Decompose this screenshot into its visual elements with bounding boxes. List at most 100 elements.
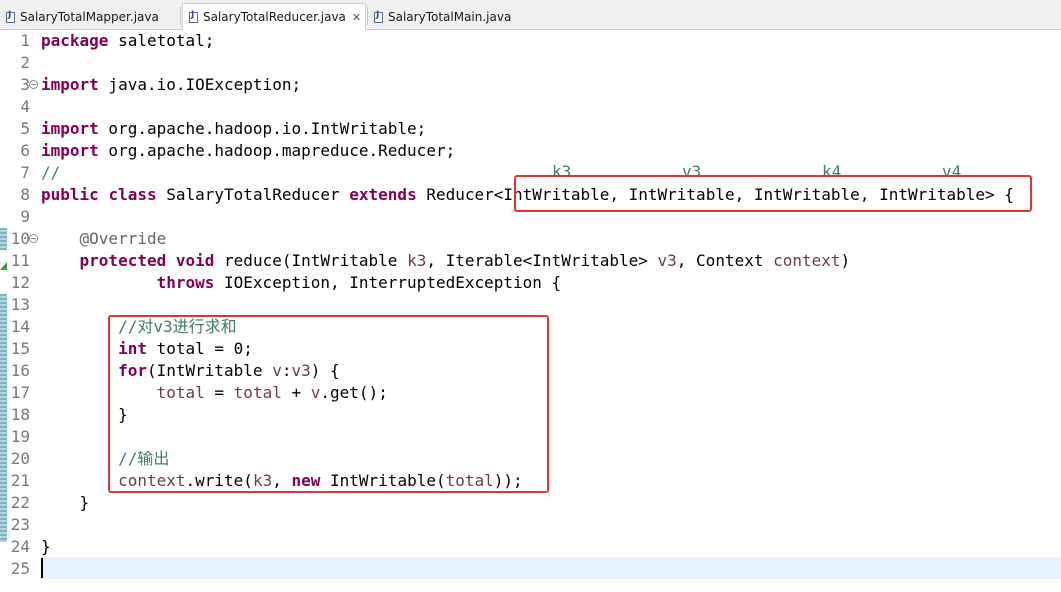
line-number: 10 [10,229,30,248]
change-marker [0,228,7,250]
parameter: v3 [291,361,311,380]
tab-label: SalaryTotalMain.java [388,10,512,24]
line-number: 4 [20,97,30,116]
code-text: (IntWritable [146,361,273,380]
keyword: public [41,185,99,204]
line-number: 19 [10,427,30,446]
tab-salary-total-main[interactable]: SalaryTotalMain.java [368,4,511,30]
line-number: 14 [10,317,30,336]
line-number: 9 [20,207,30,226]
code-line-15: int total = 0; [41,338,253,360]
line-number: 1 [20,31,30,50]
tab-label: SalaryTotalMapper.java [20,10,159,24]
line-number: 3 [20,75,30,94]
line-number: 23 [10,515,30,534]
annotation: @Override [79,229,167,248]
fold-collapse-icon[interactable] [29,80,38,89]
line-number: 7 [20,163,30,182]
keyword: throws [156,273,215,292]
code-text: , Iterable<IntWritable> [426,251,658,270]
class-name: SalaryTotalReducer [156,185,350,204]
code-text: .get(); [320,383,388,402]
override-triangle-icon[interactable] [0,257,7,270]
code-text: , Context [676,251,774,270]
current-line-highlight [41,557,1061,579]
editor-tab-bar: SalaryTotalMapper.java SalaryTotalReduce… [0,0,1061,30]
line-number: 22 [10,493,30,512]
parameter: k3 [252,471,273,490]
java-file-icon [189,10,198,23]
line-number: 2 [20,53,30,72]
keyword: class [108,185,157,204]
tab-label: SalaryTotalReducer.java [203,10,346,24]
line-number: 13 [10,295,30,314]
code-text: Reducer<IntWritable, IntWritable, IntWri… [416,185,1014,204]
code-line-14: //对v3进行求和 [41,316,237,338]
code-text: , [272,471,292,490]
keyword: new [291,471,321,490]
java-editor[interactable]: SalaryTotalMapper.java SalaryTotalReduce… [0,0,1061,592]
line-number: 20 [10,449,30,468]
change-ruler [0,30,8,592]
text-caret [41,558,43,578]
line-number: 24 [10,537,30,556]
keyword: import [41,141,99,160]
comment: // [41,163,61,182]
code-text: reduce(IntWritable [214,251,408,270]
comment: //输出 [118,449,170,468]
parameter: k3 [407,251,427,270]
parameter: context [773,251,841,270]
code-text: org.apache.hadoop.mapreduce.Reducer; [98,141,456,160]
code-text: = [204,383,234,402]
code-line-18: } [41,404,128,426]
code-text: org.apache.hadoop.io.IntWritable; [98,119,427,138]
code-text: IOException, InterruptedException { [214,273,562,292]
tab-salary-total-mapper[interactable]: SalaryTotalMapper.java [0,4,159,30]
code-text: )); [493,471,523,490]
line-number: 17 [10,383,30,402]
code-line-3: import java.io.IOException; [41,74,301,96]
code-text: total = 0; [146,339,253,358]
local-variable: total [445,471,494,490]
line-number: 11 [10,251,30,270]
change-marker [0,294,7,542]
line-number: 5 [20,119,30,138]
comment: //对v3进行求和 [118,317,237,336]
code-text: + [281,383,311,402]
code-text: java.io.IOException; [98,75,302,94]
code-line-21: context.write(k3, new IntWritable(total)… [41,470,523,492]
code-line-20: //输出 [41,448,169,470]
code-line-7: // [41,162,60,184]
line-number: 6 [20,141,30,160]
code-text: .write( [185,471,253,490]
line-number: 25 [10,559,30,578]
local-variable: total [233,383,282,402]
java-file-icon [6,10,15,23]
code-line-6: import org.apache.hadoop.mapreduce.Reduc… [41,140,455,162]
code-text: } [79,493,90,512]
code-text: IntWritable( [320,471,446,490]
code-line-8: public class SalaryTotalReducer extends … [41,184,1014,206]
code-text: } [41,537,51,556]
keyword: package [41,31,109,50]
parameter: v [272,361,282,380]
code-line-17: total = total + v.get(); [41,382,388,404]
parameter: v3 [657,251,677,270]
keyword: import [41,75,99,94]
code-line-16: for(IntWritable v:v3) { [41,360,340,382]
keyword: void [175,251,215,270]
keyword: for [118,361,147,380]
code-line-5: import org.apache.hadoop.io.IntWritable; [41,118,426,140]
code-text: ) { [310,361,340,380]
tab-divider [180,7,181,25]
type-label-v3: v3 [682,162,702,181]
keyword: import [41,119,99,138]
close-icon[interactable]: ✕ [352,11,361,24]
java-file-icon [374,10,383,23]
code-line-12: throws IOException, InterruptedException… [41,272,562,294]
local-variable: v [310,383,321,402]
local-variable: total [156,383,205,402]
tab-salary-total-reducer[interactable]: SalaryTotalReducer.java ✕ [182,3,367,30]
keyword: protected [79,251,167,270]
fold-collapse-icon[interactable] [29,234,38,243]
